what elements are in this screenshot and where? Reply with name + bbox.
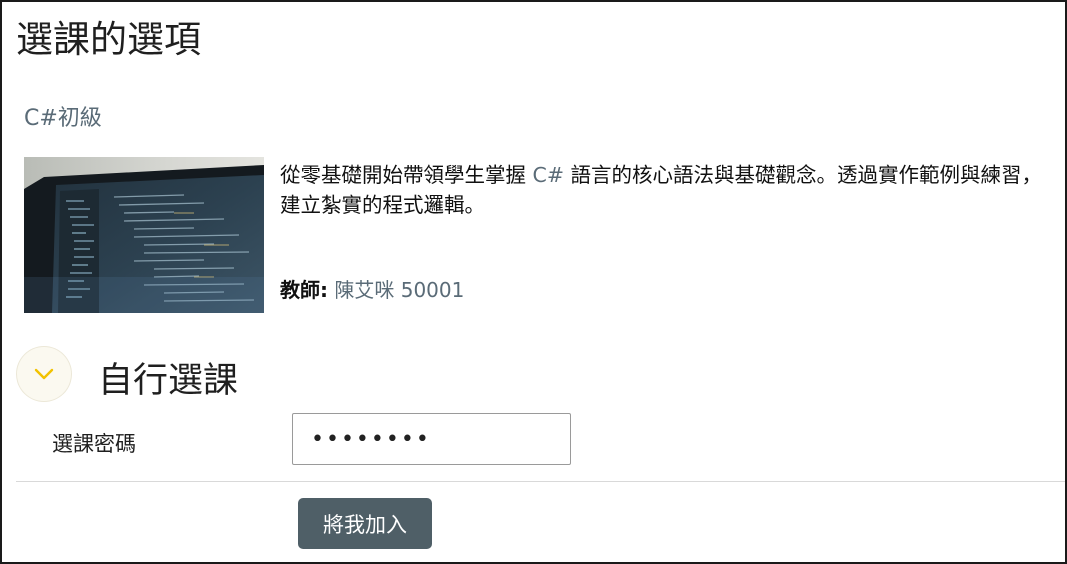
chevron-down-icon: [34, 368, 54, 380]
teacher-name-link[interactable]: 陳艾咪 50001: [334, 278, 464, 302]
enrol-password-input[interactable]: [292, 413, 571, 465]
teacher-label: 教師:: [280, 278, 328, 302]
description-highlight: C#: [532, 163, 565, 187]
section-title-self-enrol: 自行選課: [98, 361, 239, 401]
divider: [16, 481, 1065, 482]
course-image: [24, 157, 264, 313]
enrol-me-button[interactable]: 將我加入: [298, 498, 432, 549]
course-image-laptop-screen: [24, 157, 264, 313]
teacher-info: 教師: 陳艾咪 50001: [280, 274, 464, 303]
enrol-password-label: 選課密碼: [52, 432, 136, 456]
course-name-link[interactable]: C#初級: [24, 100, 102, 132]
page-frame: 選課的選項 C#初級 從零基礎開始帶領學生掌握 C# 語言的核心語法與基礎觀念。…: [0, 0, 1067, 564]
page-title: 選課的選項: [16, 18, 201, 61]
section-toggle-button[interactable]: [17, 347, 71, 401]
description-text-before: 從零基礎開始帶領學生掌握: [280, 163, 533, 187]
course-description: 從零基礎開始帶領學生掌握 C# 語言的核心語法與基礎觀念。透過實作範例與練習，建…: [280, 160, 1055, 220]
